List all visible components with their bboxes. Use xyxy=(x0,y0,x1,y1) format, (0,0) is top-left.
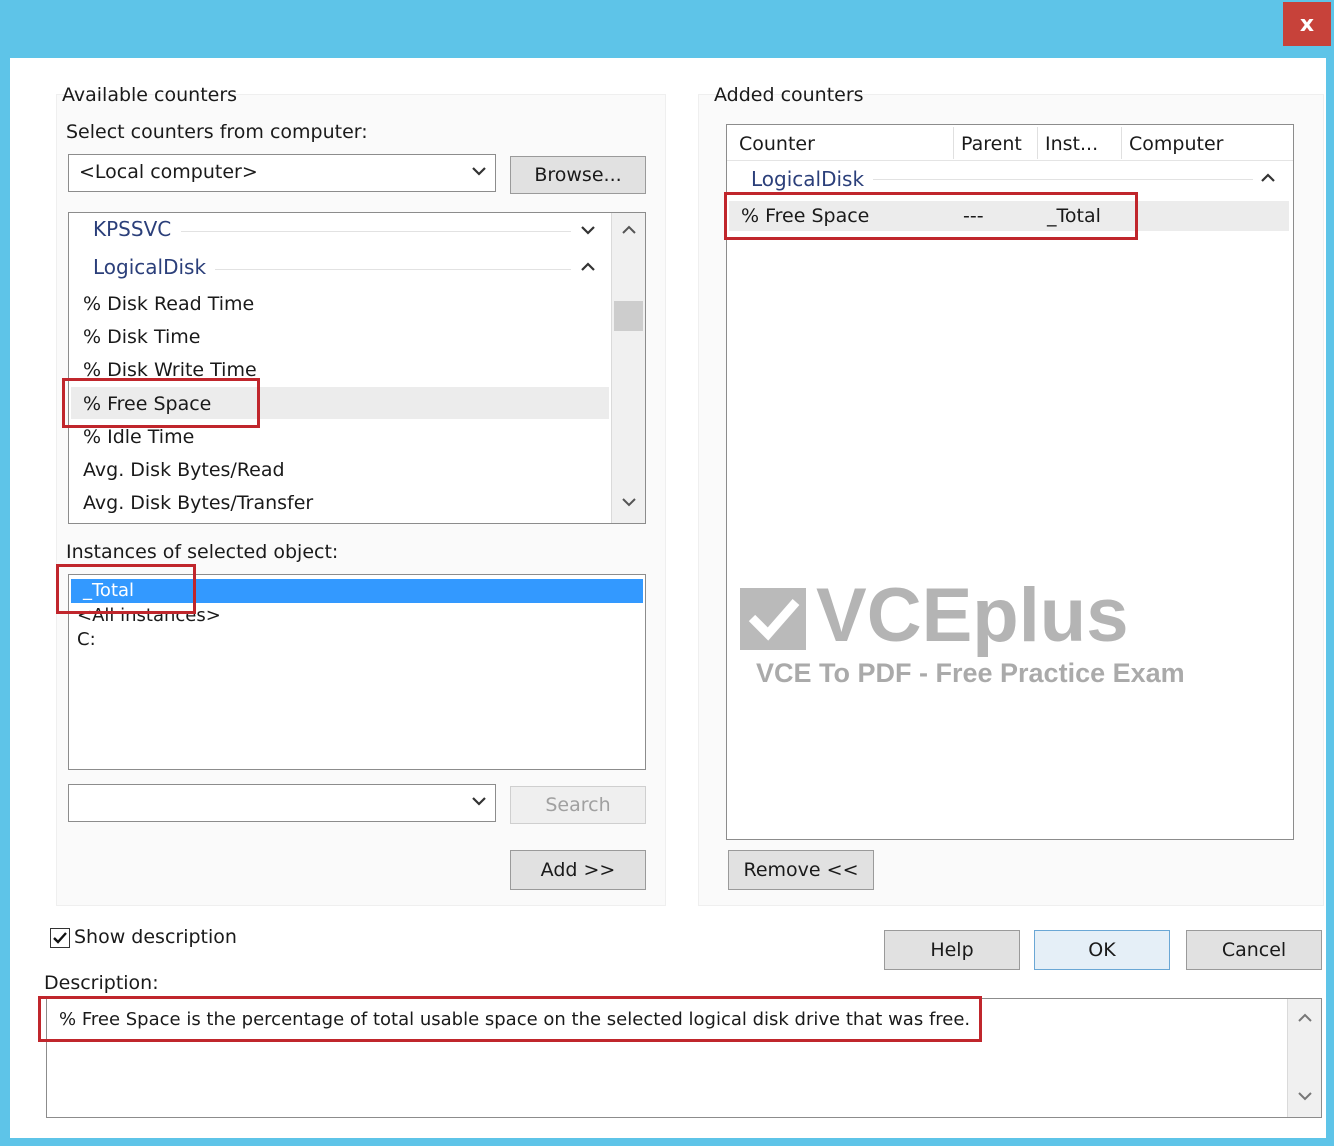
description-label: Description: xyxy=(44,972,159,994)
counter-group-logicaldisk[interactable]: LogicalDisk xyxy=(93,255,206,279)
scroll-up-icon[interactable] xyxy=(1288,1005,1321,1031)
column-divider[interactable] xyxy=(1037,127,1038,159)
chevron-up-icon[interactable] xyxy=(579,258,597,280)
counter-item[interactable]: Avg. Disk Bytes/Transfer xyxy=(83,492,313,514)
scroll-down-icon[interactable] xyxy=(1288,1083,1321,1109)
chevron-down-icon[interactable] xyxy=(579,221,597,243)
add-counters-dialog: x Available counters Select counters fro… xyxy=(0,0,1334,1146)
show-description-label[interactable]: Show description xyxy=(74,926,237,948)
scroll-thumb[interactable] xyxy=(614,301,643,331)
column-divider[interactable] xyxy=(953,127,954,159)
column-header-instance[interactable]: Inst... xyxy=(1045,133,1098,155)
select-computer-label: Select counters from computer: xyxy=(66,121,368,143)
browse-button[interactable]: Browse... xyxy=(510,156,646,194)
computer-combobox-value: <Local computer> xyxy=(79,161,258,183)
checkmark-icon xyxy=(53,932,67,944)
column-header-counter[interactable]: Counter xyxy=(739,133,815,155)
available-counters-label: Available counters xyxy=(62,84,238,106)
close-button[interactable]: x xyxy=(1283,2,1331,46)
close-icon: x xyxy=(1299,11,1315,37)
counter-group-kpssvc[interactable]: KPSSVC xyxy=(93,217,171,241)
highlight-box xyxy=(38,996,982,1042)
column-header-parent[interactable]: Parent xyxy=(961,133,1022,155)
title-bar[interactable]: x xyxy=(0,0,1334,58)
added-group-logicaldisk[interactable]: LogicalDisk xyxy=(751,167,864,191)
remove-button[interactable]: Remove << xyxy=(728,850,874,890)
counter-item[interactable]: Avg. Disk Bytes/Read xyxy=(83,459,285,481)
chevron-down-icon xyxy=(469,791,489,811)
watermark-logo: VCEplus xyxy=(816,573,1129,658)
scroll-down-icon[interactable] xyxy=(612,489,645,515)
search-combobox[interactable] xyxy=(68,784,496,822)
group-divider xyxy=(873,179,1253,180)
cancel-button[interactable]: Cancel xyxy=(1186,930,1322,970)
watermark-check-icon xyxy=(740,588,806,650)
counter-item[interactable]: % Disk Time xyxy=(83,326,200,348)
counter-item[interactable]: % Idle Time xyxy=(83,426,194,448)
added-counters-label: Added counters xyxy=(714,84,864,106)
dialog-client-area: Available counters Select counters from … xyxy=(10,58,1326,1138)
instance-item[interactable]: C: xyxy=(77,629,96,650)
add-button[interactable]: Add >> xyxy=(510,850,646,890)
highlight-box xyxy=(56,564,196,614)
chevron-up-icon[interactable] xyxy=(1259,169,1277,191)
chevron-down-icon xyxy=(469,161,489,181)
counter-list-scrollbar[interactable] xyxy=(611,213,645,523)
group-divider xyxy=(215,269,571,270)
watermark-subtitle: VCE To PDF - Free Practice Exam xyxy=(756,658,1185,688)
group-divider xyxy=(181,231,571,232)
highlight-box xyxy=(62,378,260,428)
description-scrollbar[interactable] xyxy=(1287,999,1321,1117)
computer-combobox[interactable]: <Local computer> xyxy=(68,154,496,192)
search-button[interactable]: Search xyxy=(510,786,646,824)
scroll-up-icon[interactable] xyxy=(612,217,645,243)
show-description-checkbox[interactable] xyxy=(50,928,70,948)
help-button[interactable]: Help xyxy=(884,930,1020,970)
counter-item[interactable]: % Disk Read Time xyxy=(83,293,254,315)
ok-button[interactable]: OK xyxy=(1034,930,1170,970)
column-header-computer[interactable]: Computer xyxy=(1129,133,1223,155)
highlight-box xyxy=(724,192,1138,240)
instances-label: Instances of selected object: xyxy=(66,541,339,563)
counter-list[interactable]: KPSSVC LogicalDisk % Disk Read Time % Di… xyxy=(68,212,646,524)
column-divider[interactable] xyxy=(1121,127,1122,159)
